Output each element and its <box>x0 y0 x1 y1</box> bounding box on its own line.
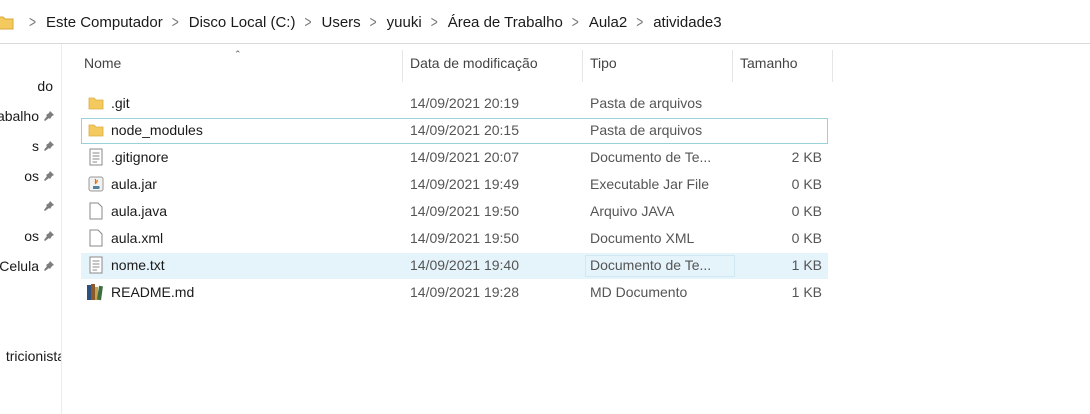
breadcrumb-item-area-de-trabalho[interactable]: Área de Trabalho <box>448 14 563 31</box>
file-name: README.md <box>111 284 195 300</box>
breadcrumb: > Este Computador > Disco Local (C:) > U… <box>20 0 722 44</box>
nav-item[interactable]: os <box>0 226 61 248</box>
breadcrumb-item-disco-local[interactable]: Disco Local (C:) <box>189 14 296 31</box>
file-name: .git <box>111 95 130 111</box>
file-size: 0 KB <box>791 203 822 219</box>
nav-item-label: os <box>24 168 39 184</box>
chevron-right-icon[interactable]: > <box>572 12 579 32</box>
chevron-right-icon[interactable]: > <box>172 12 179 32</box>
folder-icon <box>88 124 104 137</box>
navigation-pane: do abalho s os os Celula tricionista <box>0 44 62 414</box>
file-row[interactable]: aula.jar 14/09/2021 19:49 Executable Jar… <box>81 172 828 198</box>
address-bar[interactable]: > Este Computador > Disco Local (C:) > U… <box>0 0 1090 44</box>
file-name: node_modules <box>111 122 203 138</box>
file-row[interactable]: README.md 14/09/2021 19:28 MD Documento … <box>81 280 828 306</box>
pin-icon <box>44 231 54 241</box>
file-name: aula.xml <box>111 230 164 246</box>
file-date: 14/09/2021 19:49 <box>410 176 519 192</box>
file-row[interactable]: node_modules 14/09/2021 20:15 Pasta de a… <box>81 118 828 144</box>
nav-item-label: tricionista <box>5 348 62 364</box>
chevron-right-icon[interactable]: > <box>370 12 377 32</box>
file-date: 14/09/2021 19:50 <box>410 203 519 219</box>
column-header-date[interactable]: Data de modificação <box>402 44 582 82</box>
pin-icon <box>44 171 54 181</box>
file-type: Pasta de arquivos <box>590 122 703 138</box>
blank-file-icon <box>89 229 103 247</box>
nav-item-label: os <box>24 228 39 244</box>
file-row[interactable]: aula.xml 14/09/2021 19:50 Documento XML … <box>81 226 828 252</box>
nav-item-label: do <box>37 78 53 94</box>
pin-icon <box>44 141 54 151</box>
folder-icon <box>0 14 14 33</box>
column-divider[interactable] <box>832 50 833 82</box>
file-type: Executable Jar File <box>590 176 710 192</box>
pin-icon <box>44 261 54 271</box>
file-name: nome.txt <box>111 257 165 273</box>
nav-item[interactable]: os <box>0 166 61 188</box>
breadcrumb-item-yuuki[interactable]: yuuki <box>387 14 422 31</box>
breadcrumb-item-este-computador[interactable]: Este Computador <box>46 14 163 31</box>
file-date: 14/09/2021 20:19 <box>410 95 519 111</box>
file-size: 1 KB <box>791 284 822 300</box>
file-type: Documento de Te... <box>590 257 712 273</box>
nav-item-label: abalho <box>0 108 39 124</box>
file-date: 14/09/2021 19:50 <box>410 230 519 246</box>
books-icon <box>87 284 103 301</box>
file-type: Pasta de arquivos <box>590 95 703 111</box>
text-file-icon <box>89 148 103 166</box>
file-date: 14/09/2021 20:07 <box>410 149 519 165</box>
nav-item[interactable]: do <box>0 76 61 98</box>
text-file-icon <box>89 256 103 274</box>
column-header-type[interactable]: Tipo <box>582 44 732 82</box>
file-size: 2 KB <box>791 149 822 165</box>
file-size: 0 KB <box>791 176 822 192</box>
blank-file-icon <box>89 202 103 220</box>
file-name: .gitignore <box>111 149 169 165</box>
nav-item-label: Celula <box>0 258 39 274</box>
file-type: Documento XML <box>590 230 695 246</box>
file-name: aula.java <box>111 203 168 219</box>
nav-item[interactable]: s <box>0 136 61 158</box>
nav-item[interactable]: abalho <box>0 106 61 128</box>
file-date: 14/09/2021 19:28 <box>410 284 519 300</box>
file-row[interactable]: .gitignore 14/09/2021 20:07 Documento de… <box>81 145 828 171</box>
chevron-right-icon[interactable]: > <box>29 12 36 32</box>
file-date: 14/09/2021 20:15 <box>410 122 519 138</box>
chevron-right-icon[interactable]: > <box>304 12 311 32</box>
file-type: MD Documento <box>590 284 688 300</box>
folder-icon <box>88 97 104 110</box>
column-header-size[interactable]: Tamanho <box>732 44 832 82</box>
nav-item[interactable] <box>0 196 61 218</box>
file-date: 14/09/2021 19:40 <box>410 257 519 273</box>
java-jar-icon <box>88 176 104 192</box>
chevron-right-icon[interactable]: > <box>431 12 438 32</box>
file-row[interactable]: aula.java 14/09/2021 19:50 Arquivo JAVA … <box>81 199 828 225</box>
breadcrumb-item-aula2[interactable]: Aula2 <box>589 14 627 31</box>
nav-item[interactable]: tricionista <box>0 346 61 368</box>
nav-item-label: s <box>32 138 39 154</box>
breadcrumb-item-atividade3[interactable]: atividade3 <box>653 14 721 31</box>
file-type: Documento de Te... <box>590 149 712 165</box>
file-row[interactable]: .git 14/09/2021 20:19 Pasta de arquivos <box>81 91 828 117</box>
file-size: 0 KB <box>791 230 822 246</box>
breadcrumb-item-users[interactable]: Users <box>321 14 360 31</box>
pin-icon <box>44 111 54 121</box>
chevron-right-icon[interactable]: > <box>636 12 643 32</box>
file-row[interactable]: nome.txt 14/09/2021 19:40 Documento de T… <box>81 253 828 279</box>
pin-icon <box>44 201 54 211</box>
column-header-name[interactable]: Nome <box>76 44 401 82</box>
file-name: aula.jar <box>111 176 157 192</box>
nav-item[interactable]: Celula <box>0 256 61 278</box>
column-headers: ⌃ Nome Data de modificação Tipo Tamanho <box>75 44 835 82</box>
file-size: 1 KB <box>791 257 822 273</box>
file-type: Arquivo JAVA <box>590 203 675 219</box>
